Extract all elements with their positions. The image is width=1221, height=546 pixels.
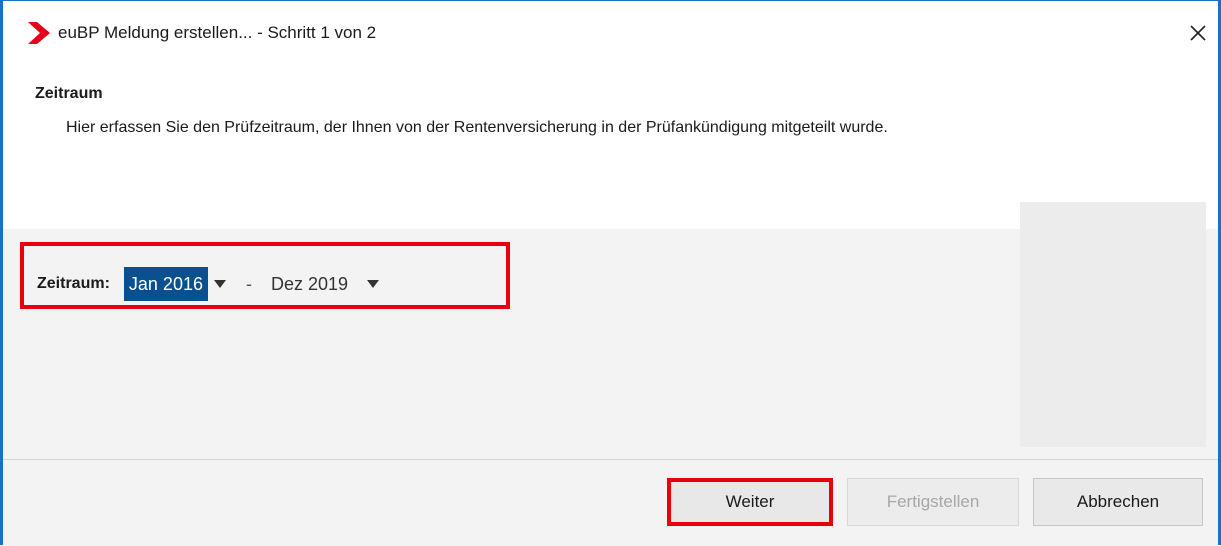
window-title: euBP Meldung erstellen... - Schritt 1 vo… bbox=[58, 23, 377, 42]
period-label: Zeitraum: bbox=[37, 275, 110, 292]
chevron-down-icon[interactable] bbox=[208, 267, 232, 301]
period-separator: - bbox=[245, 273, 252, 294]
cancel-button[interactable]: Abbrechen bbox=[1033, 478, 1203, 526]
period-from-value[interactable]: Jan 2016 bbox=[123, 267, 208, 301]
section-title: Zeitraum bbox=[35, 85, 103, 102]
red-chevron-logo-icon bbox=[28, 22, 50, 44]
period-row: Zeitraum: Jan 2016 - Dez 2019 bbox=[37, 267, 385, 301]
dialog-window: euBP Meldung erstellen... - Schritt 1 vo… bbox=[0, 0, 1221, 546]
finish-button[interactable]: Fertigstellen bbox=[847, 478, 1019, 526]
title-bar: euBP Meldung erstellen... - Schritt 1 vo… bbox=[3, 1, 1218, 63]
side-panel bbox=[1020, 202, 1206, 447]
period-to-value[interactable]: Dez 2019 bbox=[266, 267, 353, 301]
next-button[interactable]: Weiter bbox=[667, 478, 833, 526]
close-icon[interactable] bbox=[1184, 19, 1212, 47]
chevron-down-icon[interactable] bbox=[361, 267, 385, 301]
section-description: Hier erfassen Sie den Prüfzeitraum, der … bbox=[66, 119, 888, 136]
period-from-combobox[interactable]: Jan 2016 bbox=[123, 267, 232, 301]
period-to-combobox[interactable]: Dez 2019 bbox=[266, 267, 385, 301]
